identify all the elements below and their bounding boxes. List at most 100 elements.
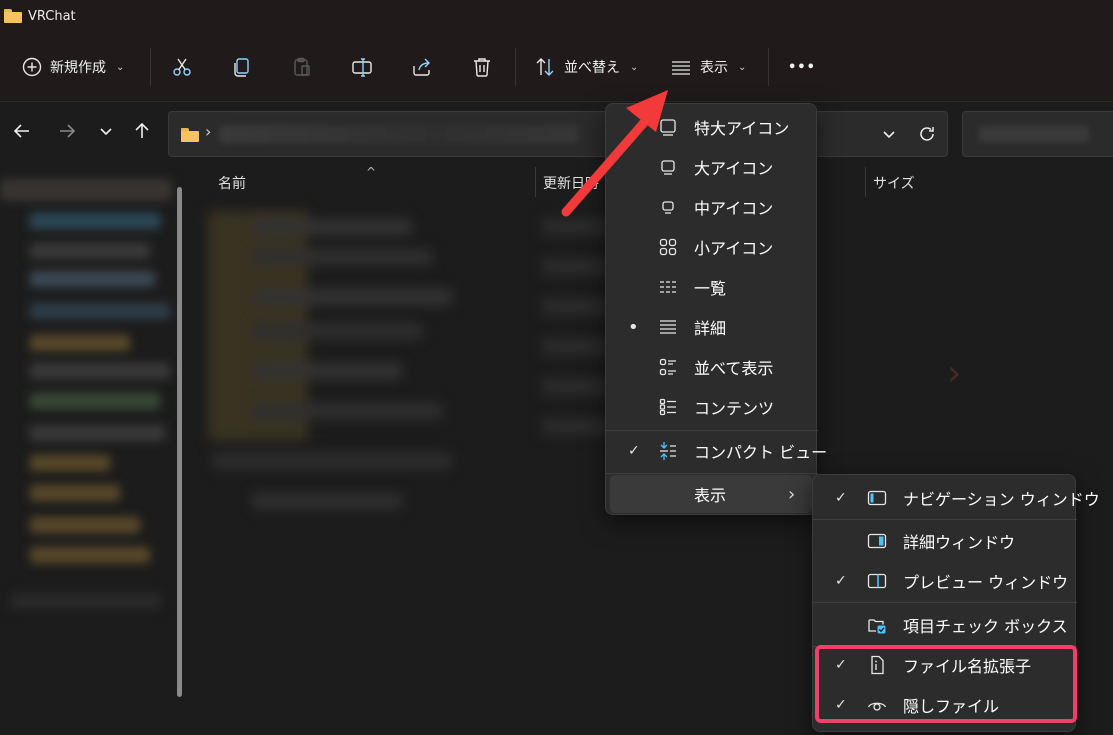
- address-bar[interactable]: ›: [168, 111, 948, 157]
- details-icon: [658, 317, 678, 337]
- small-icons-icon: [658, 237, 678, 257]
- blurred-nav-item: [10, 593, 160, 609]
- blurred-nav-item: [30, 243, 150, 259]
- large-icons-icon: [658, 157, 678, 177]
- blurred-nav-item: [30, 425, 165, 441]
- trash-icon: [471, 56, 493, 78]
- submenu-item-details-pane[interactable]: 詳細ウィンドウ: [817, 522, 1071, 560]
- scissors-icon: [171, 56, 193, 78]
- refresh-icon[interactable]: [917, 124, 937, 148]
- submenu-item-file-extensions[interactable]: ✓ ファイル名拡張子: [817, 646, 1071, 684]
- tiles-icon: [658, 357, 678, 377]
- item-checkbox-icon: [867, 615, 887, 635]
- menu-item-label: 詳細: [694, 319, 727, 338]
- cut-button[interactable]: [171, 32, 193, 102]
- menu-item-large-icons[interactable]: 大アイコン: [610, 148, 812, 186]
- menu-item-label: 項目チェック ボックス: [903, 617, 1068, 636]
- search-input[interactable]: [962, 111, 1113, 157]
- blurred-path: [219, 125, 579, 143]
- blurred-date: [542, 299, 612, 315]
- menu-item-label: 並べて表示: [694, 359, 774, 378]
- paste-button[interactable]: [291, 32, 313, 102]
- hidden-files-icon: [867, 695, 887, 715]
- blurred-nav-item: [30, 455, 110, 471]
- menu-item-label: ナビゲーション ウィンドウ: [903, 490, 1100, 509]
- rename-button[interactable]: [351, 32, 373, 102]
- chevron-down-icon: [98, 123, 114, 143]
- new-button[interactable]: 新規作成 ⌄: [22, 32, 124, 102]
- toolbar-divider: [150, 48, 151, 86]
- chevron-right-icon: ›: [788, 483, 796, 505]
- menu-separator: [813, 602, 1077, 603]
- arrow-right-icon: [57, 121, 77, 145]
- sort-ascending-icon: ^: [366, 165, 377, 179]
- navigation-scrollbar[interactable]: [177, 187, 182, 697]
- window-title: VRChat: [28, 8, 76, 24]
- menu-item-show-submenu[interactable]: 表示 ›: [610, 475, 812, 513]
- menu-item-details[interactable]: • 詳細: [610, 308, 812, 346]
- menu-item-small-icons[interactable]: 小アイコン: [610, 228, 812, 266]
- copy-icon: [231, 56, 253, 78]
- menu-item-label: コンテンツ: [694, 399, 775, 418]
- copy-button[interactable]: [231, 32, 253, 102]
- menu-separator: [813, 519, 1077, 520]
- menu-item-extra-large-icons[interactable]: 特大アイコン: [610, 108, 812, 146]
- submenu-item-item-checkboxes[interactable]: 項目チェック ボックス: [817, 606, 1071, 644]
- menu-separator: [606, 430, 818, 431]
- blurred-date: [542, 379, 612, 395]
- blurred-file-row: [212, 453, 452, 469]
- paste-icon: [291, 56, 313, 78]
- plus-circle-icon: [22, 57, 42, 77]
- delete-button[interactable]: [471, 32, 493, 102]
- chevron-right-icon: ›: [947, 353, 962, 394]
- command-bar: 新規作成 ⌄ 並べ替え ⌄ 表示 ⌄ •••: [0, 32, 1113, 102]
- menu-item-label: コンパクト ビュー: [694, 443, 828, 462]
- submenu-item-preview-pane[interactable]: ✓ プレビュー ウィンドウ: [817, 562, 1071, 600]
- chevron-down-icon: ⌄: [738, 61, 747, 73]
- blurred-date: [542, 259, 612, 275]
- column-header-size[interactable]: サイズ: [873, 163, 915, 203]
- selected-dot-icon: •: [628, 316, 639, 338]
- column-header-name[interactable]: 名前: [218, 163, 246, 203]
- title-bar: VRChat: [0, 0, 1113, 32]
- blurred-nav-item: [30, 393, 160, 409]
- toolbar-divider: [515, 48, 516, 86]
- recent-locations-button[interactable]: [94, 121, 118, 145]
- up-button[interactable]: [130, 121, 154, 145]
- blurred-nav-item: [30, 303, 170, 319]
- blurred-file-row: [252, 403, 442, 419]
- chevron-down-icon[interactable]: [881, 126, 897, 146]
- chevron-down-icon: ⌄: [630, 61, 639, 73]
- column-header-modified[interactable]: 更新日時: [543, 163, 599, 203]
- blurred-file-row: [252, 323, 422, 339]
- blurred-date: [542, 339, 612, 355]
- file-explorer-window: VRChat 新規作成 ⌄ 並べ替え ⌄ 表示 ⌄ ••• › 名前 ^ 更新日…: [0, 0, 1113, 735]
- menu-item-label: 詳細ウィンドウ: [903, 533, 1016, 552]
- medium-icons-icon: [658, 197, 678, 217]
- navigation-bar: ›: [0, 103, 1113, 163]
- menu-item-label: 表示: [694, 486, 727, 505]
- submenu-item-navigation-pane[interactable]: ✓ ナビゲーション ウィンドウ: [817, 479, 1100, 517]
- view-button[interactable]: 表示 ⌄: [670, 32, 746, 102]
- column-divider[interactable]: [865, 167, 866, 197]
- sort-button[interactable]: 並べ替え ⌄: [534, 32, 638, 102]
- menu-item-content[interactable]: コンテンツ: [610, 388, 812, 426]
- menu-item-medium-icons[interactable]: 中アイコン: [610, 188, 812, 226]
- preview-pane-icon: [867, 571, 887, 591]
- submenu-item-hidden-files[interactable]: ✓ 隠しファイル: [817, 686, 1071, 724]
- column-divider[interactable]: [535, 167, 536, 197]
- forward-button[interactable]: [55, 121, 79, 145]
- menu-item-label: 隠しファイル: [903, 697, 1000, 716]
- more-options-button[interactable]: •••: [788, 32, 816, 102]
- menu-item-label: 一覧: [694, 279, 727, 298]
- arrow-left-icon: [12, 121, 32, 145]
- menu-item-tiles[interactable]: 並べて表示: [610, 348, 812, 386]
- breadcrumb-chevron-icon: ›: [205, 122, 212, 141]
- menu-item-list[interactable]: 一覧: [610, 268, 812, 306]
- share-button[interactable]: [411, 32, 433, 102]
- back-button[interactable]: [10, 121, 34, 145]
- blurred-search-placeholder: [979, 126, 1089, 142]
- menu-item-compact-view[interactable]: ✓ コンパクト ビュー: [610, 432, 827, 470]
- blurred-nav-item: [30, 517, 140, 533]
- checkmark-icon: ✓: [835, 697, 847, 713]
